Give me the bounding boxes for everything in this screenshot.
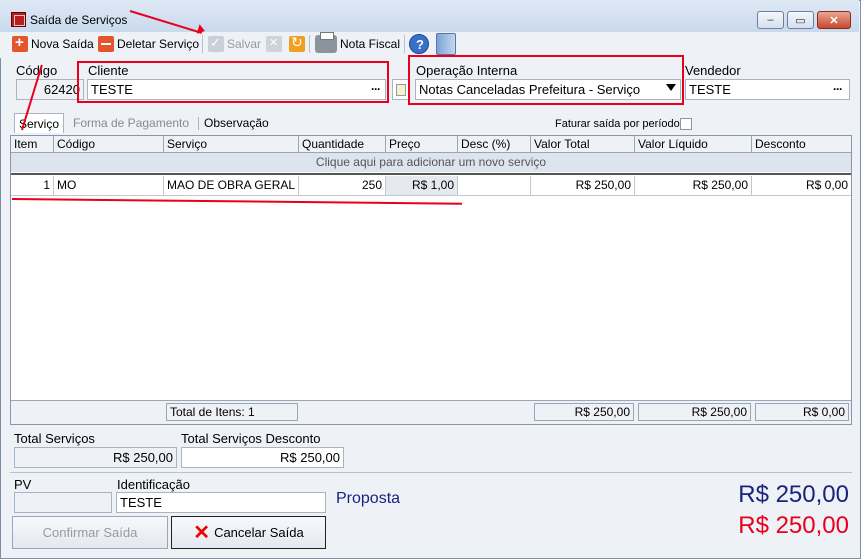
help-icon	[409, 34, 429, 54]
salvar-label: Salvar	[227, 37, 262, 51]
column-header-codigo[interactable]: Código	[54, 136, 164, 153]
vendedor-label: Vendedor	[685, 63, 741, 78]
vendedor-field[interactable]: TESTE	[685, 79, 850, 100]
column-header-desconto[interactable]: Desconto	[752, 136, 851, 153]
cell-preco[interactable]: R$ 1,00	[386, 176, 458, 195]
column-header-quantidade[interactable]: Quantidade	[299, 136, 386, 153]
total-desconto-value: R$ 250,00	[181, 447, 344, 468]
confirmar-saida-label: Confirmar Saída	[42, 525, 138, 540]
total-itens: Total de Itens: 1	[166, 403, 298, 421]
maximize-button[interactable]: ▭	[787, 11, 814, 29]
column-header-item[interactable]: Item	[11, 136, 54, 153]
codigo-field[interactable]: 62420	[16, 79, 84, 100]
toolbar-separator	[404, 35, 405, 53]
cancelar-saida-button[interactable]: ✕ Cancelar Saída	[171, 516, 326, 549]
app-icon	[11, 12, 26, 27]
column-header-preco[interactable]: Preço	[386, 136, 458, 153]
proposta-label: Proposta	[336, 490, 401, 507]
refresh-icon	[289, 34, 305, 52]
title-bar	[0, 0, 859, 32]
cell-item[interactable]: 1	[11, 176, 54, 195]
nova-saida-button[interactable]: Nova Saída	[10, 33, 96, 55]
toolbar-separator	[309, 35, 310, 53]
add-service-row[interactable]: Clique aqui para adicionar um novo servi…	[11, 153, 851, 172]
refresh-button[interactable]	[287, 33, 307, 55]
nota-fiscal-label: Nota Fiscal	[340, 37, 401, 51]
cell-codigo[interactable]: MO	[54, 176, 164, 195]
tab-forma-pagamento[interactable]: Forma de Pagamento	[69, 113, 193, 133]
identificacao-label: Identificação	[117, 477, 190, 492]
annotation-box-cliente	[77, 61, 389, 103]
nota-fiscal-button[interactable]: Nota Fiscal	[313, 32, 402, 55]
column-header-servico[interactable]: Serviço	[164, 136, 299, 153]
minimize-button[interactable]: –	[757, 11, 784, 29]
check-icon	[208, 35, 224, 52]
close-icon	[266, 36, 282, 52]
grand-total-red: R$ 250,00	[738, 512, 849, 539]
cell-quantidade[interactable]: 250	[299, 176, 386, 195]
cell-valor-liquido[interactable]: R$ 250,00	[635, 176, 752, 195]
plus-icon	[12, 34, 28, 52]
deletar-servico-label: Deletar Serviço	[117, 37, 200, 51]
tab-observacao[interactable]: Observação	[200, 113, 273, 133]
confirmar-saida-button[interactable]: Confirmar Saída	[12, 516, 168, 549]
cell-desconto[interactable]: R$ 0,00	[752, 176, 851, 195]
section-divider	[10, 472, 852, 473]
close-button[interactable]: ✕	[817, 11, 851, 29]
nova-saida-label: Nova Saída	[31, 37, 94, 51]
tab-divider	[198, 117, 199, 130]
footer-desconto: R$ 0,00	[755, 403, 849, 421]
salvar-button[interactable]: Salvar	[206, 33, 263, 55]
column-header-valor-total[interactable]: Valor Total	[531, 136, 635, 153]
window-title: Saída de Serviços	[30, 13, 128, 27]
annotation-box-operacao	[408, 55, 684, 105]
column-header-desc[interactable]: Desc (%)	[458, 136, 531, 153]
identificacao-field[interactable]: TESTE	[116, 492, 326, 513]
exit-door-icon	[436, 33, 456, 55]
new-document-icon	[396, 84, 406, 96]
minus-icon	[98, 36, 114, 52]
deletar-servico-button[interactable]: Deletar Serviço	[96, 33, 201, 55]
column-header-valor-liquido[interactable]: Valor Líquido	[635, 136, 752, 153]
cancel-x-icon: ✕	[193, 521, 211, 544]
pv-field[interactable]	[14, 492, 112, 513]
footer-valor-liquido: R$ 250,00	[638, 403, 751, 421]
printer-icon	[315, 32, 337, 53]
toolbar-separator	[202, 35, 203, 53]
exit-button[interactable]	[434, 33, 458, 55]
cell-desc[interactable]	[458, 176, 531, 195]
footer-valor-total: R$ 250,00	[534, 403, 634, 421]
cell-servico[interactable]: MAO DE OBRA GERAL	[164, 176, 299, 195]
grand-total-blue: R$ 250,00	[738, 481, 849, 508]
total-servicos-label: Total Serviços	[14, 431, 95, 446]
total-servicos-value: R$ 250,00	[14, 447, 177, 468]
help-button[interactable]	[407, 33, 431, 55]
vendedor-lookup-button[interactable]: ···	[833, 82, 843, 96]
cell-valor-total[interactable]: R$ 250,00	[531, 176, 635, 195]
total-desconto-label: Total Serviços Desconto	[181, 431, 321, 446]
faturar-checkbox[interactable]	[680, 118, 692, 130]
faturar-label: Faturar saída por período	[555, 118, 680, 130]
pv-label: PV	[14, 477, 32, 492]
cancel-edit-button[interactable]	[264, 33, 284, 55]
cancelar-saida-label: Cancelar Saída	[214, 525, 304, 540]
